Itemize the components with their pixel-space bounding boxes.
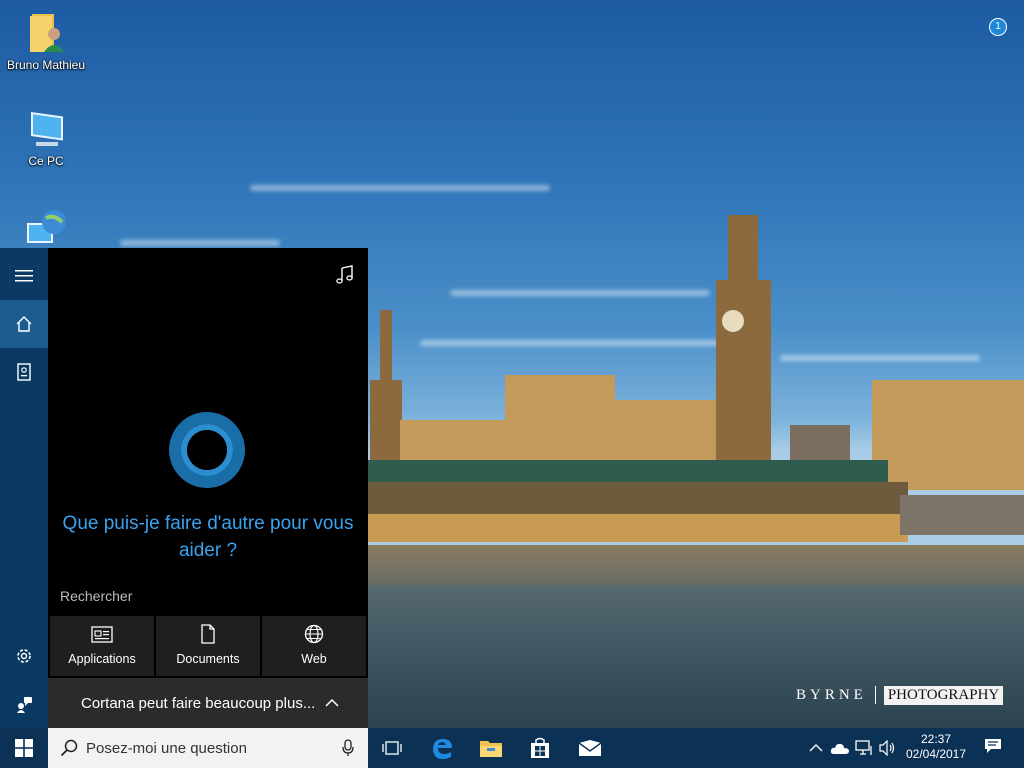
search-section-label: Rechercher [60, 588, 133, 604]
cortana-more-label: Cortana peut faire beaucoup plus... [81, 694, 316, 712]
edge-taskbar-button[interactable] [418, 728, 466, 768]
start-button[interactable] [0, 728, 48, 768]
store-taskbar-button[interactable] [516, 728, 564, 768]
feedback-button[interactable] [0, 680, 48, 728]
notification-count-badge: 1 [989, 18, 1007, 36]
menu-icon [15, 270, 33, 282]
cortana-rail [0, 248, 48, 728]
store-icon [531, 737, 549, 758]
mail-icon [578, 740, 602, 756]
volume-icon [879, 740, 895, 756]
clock-date: 02/04/2017 [905, 747, 967, 761]
notebook-button[interactable] [0, 348, 48, 396]
network-tray-button[interactable] [854, 738, 874, 758]
home-icon [16, 316, 32, 332]
taskbar: Posez-moi une question 22:37 02/04/2017 [0, 728, 1024, 768]
settings-button[interactable] [0, 632, 48, 680]
show-hidden-icons-button[interactable] [806, 738, 826, 758]
onedrive-tray-button[interactable] [830, 738, 850, 758]
mail-taskbar-button[interactable] [566, 728, 614, 768]
filter-label: Applications [68, 652, 136, 666]
desktop-icon-user-folder[interactable]: Bruno Mathieu [2, 12, 90, 72]
action-center-button[interactable] [978, 728, 1018, 768]
chevron-up-icon [809, 744, 823, 752]
chevron-up-icon [325, 698, 339, 707]
edge-icon [433, 739, 452, 759]
network-icon [855, 740, 872, 755]
computer-icon [24, 108, 68, 152]
volume-tray-button[interactable] [878, 738, 898, 758]
music-icon[interactable] [334, 264, 356, 286]
document-icon [201, 624, 215, 644]
cortana-prompt: Que puis-je faire d'autre pour vous aide… [62, 513, 354, 561]
feedback-icon [17, 697, 32, 713]
globe-icon [304, 624, 324, 644]
watermark-photography: PHOTOGRAPHY [883, 685, 1004, 705]
file-explorer-icon [480, 741, 502, 757]
hamburger-menu-button[interactable] [0, 252, 48, 300]
onedrive-icon [830, 743, 849, 754]
taskbar-clock[interactable]: 22:37 02/04/2017 [896, 732, 976, 762]
user-folder-icon [24, 12, 68, 56]
watermark-byrne: BYRNE [796, 686, 867, 703]
apps-icon [91, 626, 113, 643]
settings-icon [17, 649, 31, 663]
microphone-icon[interactable] [342, 739, 354, 757]
photo-watermark: BYRNE PHOTOGRAPHY [796, 684, 1004, 706]
task-view-icon [382, 741, 402, 755]
cortana-panel: Que puis-je faire d'autre pour vous aide… [48, 248, 368, 728]
desktop-icon-this-pc[interactable]: Ce PC [2, 108, 90, 168]
home-button[interactable] [0, 300, 48, 348]
cortana-more-button[interactable]: Cortana peut faire beaucoup plus... [48, 678, 368, 728]
desktop-icon-label: Ce PC [28, 154, 64, 168]
filter-documents-button[interactable]: Documents [156, 616, 260, 676]
notification-icon [985, 739, 1001, 753]
windows-logo-icon [15, 739, 33, 757]
desktop-icon-network[interactable] [2, 204, 90, 250]
desktop-icon-label: Bruno Mathieu [6, 58, 86, 72]
clock-time: 22:37 [920, 732, 952, 746]
filter-label: Web [301, 652, 327, 666]
file-explorer-taskbar-button[interactable] [467, 728, 515, 768]
taskbar-search-box[interactable]: Posez-moi une question [48, 728, 368, 768]
filter-label: Documents [176, 652, 240, 666]
filter-applications-button[interactable]: Applications [50, 616, 154, 676]
search-placeholder: Posez-moi une question [86, 739, 247, 757]
cortana-logo [169, 412, 245, 488]
task-view-button[interactable] [368, 728, 416, 768]
notebook-icon [17, 363, 31, 381]
network-icon [24, 204, 68, 248]
filter-web-button[interactable]: Web [262, 616, 366, 676]
search-icon [60, 739, 78, 757]
